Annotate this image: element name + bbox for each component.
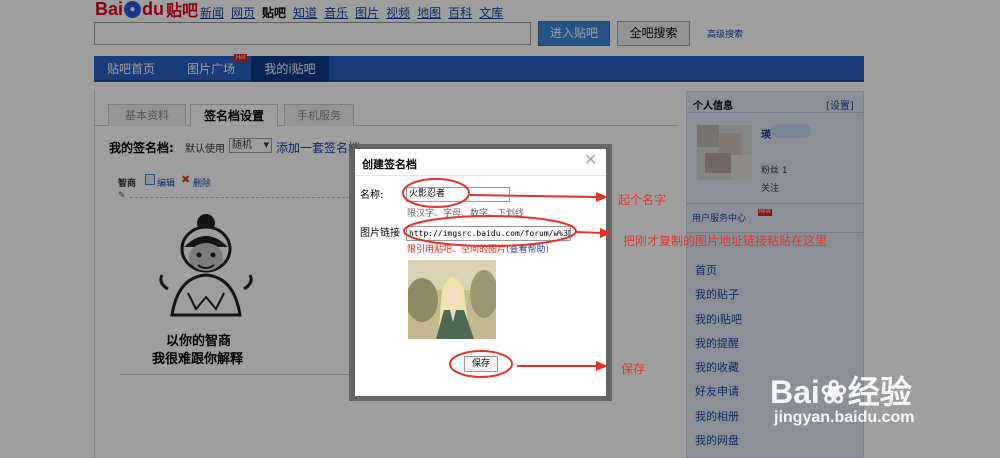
link-highlight-ellipse: [403, 215, 577, 247]
save-arrow-head: [596, 361, 608, 371]
watermark-bai: Bai: [770, 374, 820, 410]
save-highlight-ellipse: [449, 350, 513, 378]
name-highlight-ellipse: [402, 178, 470, 208]
annotation-link: 把刚才复制的图片地址链接粘贴在这里: [623, 234, 828, 248]
watermark-jingyan: 经验: [847, 374, 912, 410]
watermark-url: jingyan.baidu.com: [774, 409, 915, 426]
name-arrow-line: [469, 194, 598, 198]
baidu-jingyan-watermark: Bai❀经验: [770, 367, 912, 413]
watermark-paw-icon: ❀: [820, 374, 848, 410]
link-arrow-line: [575, 231, 603, 234]
page: Bai ● du 贴吧 新闻 网页 贴吧 知道 音乐 图片 视频 地图 百科 文…: [0, 0, 1000, 458]
link-arrow-head: [600, 228, 612, 238]
annotation-save: 保存: [621, 362, 646, 376]
name-arrow-head: [596, 192, 608, 202]
annotation-name: 起个名字: [618, 193, 667, 207]
